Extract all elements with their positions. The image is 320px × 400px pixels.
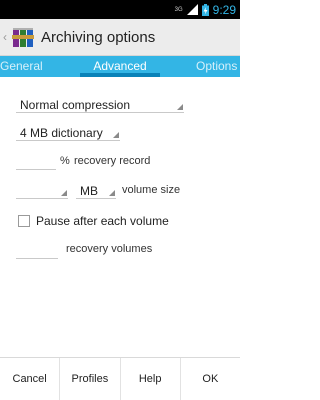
network-type-label: 3G bbox=[174, 6, 183, 13]
volume-size-label: volume size bbox=[122, 184, 181, 196]
volume-size-input[interactable] bbox=[16, 181, 68, 199]
compression-spinner[interactable]: Normal compression bbox=[16, 95, 184, 113]
advanced-options-panel: Normal compression 4 MB dictionary % rec… bbox=[0, 77, 240, 357]
spinner-arrow-icon bbox=[113, 132, 119, 138]
tab-options[interactable]: Options bbox=[196, 56, 237, 77]
status-icons: 3G 9:29 bbox=[175, 2, 236, 17]
clock: 9:29 bbox=[212, 2, 236, 17]
recovery-volumes-label: recovery volumes bbox=[66, 243, 153, 255]
winrar-books-icon[interactable] bbox=[12, 24, 34, 50]
recovery-record-label: recovery record bbox=[74, 155, 151, 167]
recovery-record-unit: % bbox=[60, 155, 70, 167]
pause-after-volume-checkbox[interactable] bbox=[18, 215, 30, 227]
cancel-button[interactable]: Cancel bbox=[0, 358, 61, 400]
signal-icon bbox=[186, 4, 198, 15]
bottom-button-bar: Cancel Profiles Help OK bbox=[0, 357, 240, 400]
recovery-volumes-input[interactable] bbox=[16, 243, 58, 259]
dictionary-value: 4 MB dictionary bbox=[20, 126, 103, 140]
battery-icon bbox=[201, 3, 209, 16]
page-title: Archiving options bbox=[41, 28, 156, 46]
volume-unit-value: MB bbox=[80, 184, 98, 198]
compression-value: Normal compression bbox=[20, 98, 131, 112]
volume-unit-spinner[interactable]: MB bbox=[76, 181, 116, 199]
pause-after-volume-label[interactable]: Pause after each volume bbox=[36, 214, 169, 228]
action-bar: ‹ Archiving options bbox=[0, 19, 240, 56]
tab-strip: General Advanced Options bbox=[0, 56, 240, 77]
spinner-arrow-icon bbox=[177, 104, 183, 110]
recovery-record-input[interactable] bbox=[16, 154, 56, 170]
spinner-arrow-icon bbox=[109, 190, 115, 196]
spinner-arrow-icon bbox=[61, 190, 67, 196]
up-caret-icon[interactable]: ‹ bbox=[1, 30, 9, 44]
status-bar: 3G 9:29 bbox=[0, 0, 240, 19]
profiles-button[interactable]: Profiles bbox=[60, 358, 121, 400]
dictionary-spinner[interactable]: 4 MB dictionary bbox=[16, 123, 120, 141]
ok-button[interactable]: OK bbox=[181, 358, 240, 400]
help-button[interactable]: Help bbox=[121, 358, 181, 400]
